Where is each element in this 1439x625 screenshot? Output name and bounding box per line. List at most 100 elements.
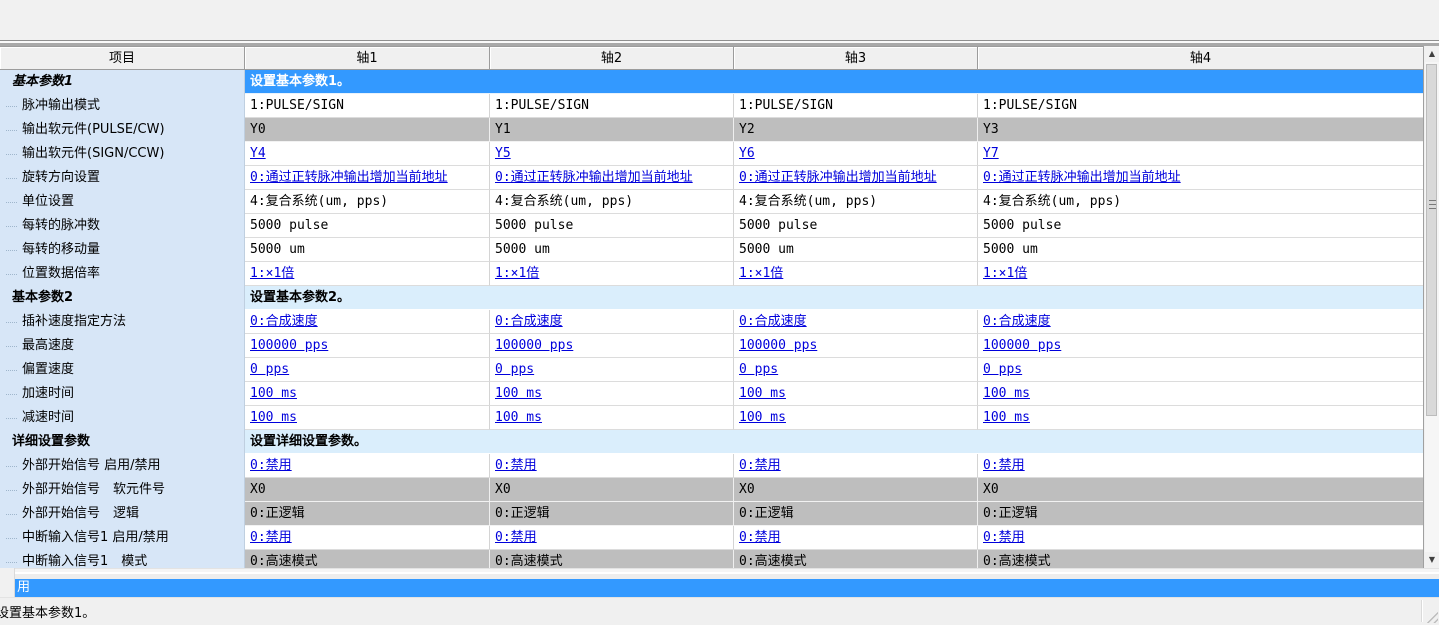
- docked-panel-titlebar[interactable]: 用: [15, 579, 1439, 597]
- value-cell-axis2[interactable]: 0:禁用: [490, 454, 734, 478]
- scroll-up-icon[interactable]: ▲: [1425, 46, 1439, 62]
- value-cell-axis1[interactable]: 0:禁用: [245, 454, 490, 478]
- value-cell-axis1: X0: [245, 478, 490, 502]
- value-cell-axis1[interactable]: 4:复合系统(um, pps): [245, 190, 490, 214]
- tree-item-label[interactable]: 输出软元件(PULSE/CW): [0, 118, 245, 142]
- value-cell-axis3[interactable]: 100000 pps: [734, 334, 978, 358]
- value-cell-axis4[interactable]: 100000 pps: [978, 334, 1424, 358]
- value-cell-axis3[interactable]: 5000 um: [734, 238, 978, 262]
- value-cell-axis1[interactable]: 5000 um: [245, 238, 490, 262]
- tree-item-label[interactable]: 外部开始信号 软元件号: [0, 478, 245, 502]
- value-cell-axis1[interactable]: 100000 pps: [245, 334, 490, 358]
- value-cell-axis1[interactable]: 5000 pulse: [245, 214, 490, 238]
- tree-item-label[interactable]: 外部开始信号 逻辑: [0, 502, 245, 526]
- value-cell-axis2[interactable]: Y5: [490, 142, 734, 166]
- value-cell-axis2[interactable]: 0:禁用: [490, 526, 734, 550]
- value-cell-axis4[interactable]: 0 pps: [978, 358, 1424, 382]
- tree-item-label[interactable]: 偏置速度: [0, 358, 245, 382]
- tree-item-label[interactable]: 输出软元件(SIGN/CCW): [0, 142, 245, 166]
- section-row-caption[interactable]: 设置基本参数1。: [245, 70, 1424, 94]
- value-cell-axis3[interactable]: 0:通过正转脉冲输出增加当前地址: [734, 166, 978, 190]
- tree-item-label[interactable]: 插补速度指定方法: [0, 310, 245, 334]
- value-cell-axis1[interactable]: Y4: [245, 142, 490, 166]
- value-cell-axis3[interactable]: Y6: [734, 142, 978, 166]
- value-cell-axis3[interactable]: 100 ms: [734, 382, 978, 406]
- tree-item-label[interactable]: 单位设置: [0, 190, 245, 214]
- value-cell-axis4[interactable]: 4:复合系统(um, pps): [978, 190, 1424, 214]
- value-cell-axis4[interactable]: 100 ms: [978, 382, 1424, 406]
- value-cell-axis1[interactable]: 0:通过正转脉冲输出增加当前地址: [245, 166, 490, 190]
- value-cell-axis4[interactable]: 5000 pulse: [978, 214, 1424, 238]
- column-header-axis1: 轴1: [245, 46, 490, 70]
- value-cell-axis2[interactable]: 0:合成速度: [490, 310, 734, 334]
- tree-item-label[interactable]: 旋转方向设置: [0, 166, 245, 190]
- tree-connector-line: [6, 226, 17, 227]
- value-cell-axis3[interactable]: 0 pps: [734, 358, 978, 382]
- value-cell-axis2[interactable]: 1:×1倍: [490, 262, 734, 286]
- value-cell-axis1[interactable]: 0:合成速度: [245, 310, 490, 334]
- resize-grip-icon[interactable]: [1426, 611, 1438, 623]
- value-cell-axis4[interactable]: 100 ms: [978, 406, 1424, 430]
- tree-item-label[interactable]: 基本参数1: [0, 70, 245, 94]
- value-cell-axis2[interactable]: 100 ms: [490, 406, 734, 430]
- value-cell-axis1[interactable]: 100 ms: [245, 382, 490, 406]
- tree-connector-line: [6, 562, 17, 563]
- tree-item-label[interactable]: 基本参数2: [0, 286, 245, 310]
- value-cell-axis1[interactable]: 1:PULSE/SIGN: [245, 94, 490, 118]
- value-cell-axis1[interactable]: 1:×1倍: [245, 262, 490, 286]
- value-cell-axis2[interactable]: 0:通过正转脉冲输出增加当前地址: [490, 166, 734, 190]
- value-cell-axis2[interactable]: 5000 um: [490, 238, 734, 262]
- tree-item-label[interactable]: 加速时间: [0, 382, 245, 406]
- tree-connector-line: [6, 130, 17, 131]
- value-cell-axis1[interactable]: 100 ms: [245, 406, 490, 430]
- scroll-down-icon[interactable]: ▼: [1425, 552, 1439, 568]
- value-cell-axis4[interactable]: 0:通过正转脉冲输出增加当前地址: [978, 166, 1424, 190]
- tree-item-label[interactable]: 中断输入信号1 启用/禁用: [0, 526, 245, 550]
- value-cell-axis2[interactable]: 0 pps: [490, 358, 734, 382]
- tree-connector-line: [6, 202, 17, 203]
- section-row-caption[interactable]: 设置基本参数2。: [245, 286, 1424, 310]
- value-cell-axis4[interactable]: Y7: [978, 142, 1424, 166]
- tree-item-label[interactable]: 最高速度: [0, 334, 245, 358]
- vertical-scrollbar[interactable]: ▲ ▼: [1425, 46, 1439, 568]
- section-row-caption[interactable]: 设置详细设置参数。: [245, 430, 1424, 454]
- value-cell-axis1[interactable]: 0:禁用: [245, 526, 490, 550]
- tree-item-label[interactable]: 减速时间: [0, 406, 245, 430]
- value-cell-axis4[interactable]: 1:PULSE/SIGN: [978, 94, 1424, 118]
- tree-item-label[interactable]: 中断输入信号1 模式: [0, 550, 245, 568]
- value-cell-axis2[interactable]: 4:复合系统(um, pps): [490, 190, 734, 214]
- value-cell-axis4[interactable]: 1:×1倍: [978, 262, 1424, 286]
- value-cell-axis3[interactable]: 4:复合系统(um, pps): [734, 190, 978, 214]
- tree-item-label[interactable]: 详细设置参数: [0, 430, 245, 454]
- value-cell-axis4: Y3: [978, 118, 1424, 142]
- value-cell-axis4: X0: [978, 478, 1424, 502]
- value-cell-axis1: 0:高速模式: [245, 550, 490, 568]
- value-cell-axis3[interactable]: 5000 pulse: [734, 214, 978, 238]
- value-cell-axis3[interactable]: 100 ms: [734, 406, 978, 430]
- value-cell-axis3[interactable]: 1:×1倍: [734, 262, 978, 286]
- value-cell-axis4[interactable]: 0:禁用: [978, 454, 1424, 478]
- scrollbar-thumb[interactable]: [1426, 64, 1437, 416]
- value-cell-axis3[interactable]: 1:PULSE/SIGN: [734, 94, 978, 118]
- tree-item-label[interactable]: 脉冲输出模式: [0, 94, 245, 118]
- tree-connector-line: [6, 154, 17, 155]
- tree-connector-line: [6, 418, 17, 419]
- value-cell-axis3[interactable]: 0:禁用: [734, 526, 978, 550]
- tree-item-label[interactable]: 外部开始信号 启用/禁用: [0, 454, 245, 478]
- value-cell-axis2[interactable]: 1:PULSE/SIGN: [490, 94, 734, 118]
- value-cell-axis4[interactable]: 0:合成速度: [978, 310, 1424, 334]
- tree-connector-line: [6, 394, 17, 395]
- value-cell-axis2[interactable]: 100 ms: [490, 382, 734, 406]
- tree-item-label[interactable]: 每转的移动量: [0, 238, 245, 262]
- value-cell-axis1[interactable]: 0 pps: [245, 358, 490, 382]
- panel-gap: [0, 568, 1439, 579]
- value-cell-axis4[interactable]: 0:禁用: [978, 526, 1424, 550]
- tree-item-label[interactable]: 位置数据倍率: [0, 262, 245, 286]
- tree-item-label[interactable]: 每转的脉冲数: [0, 214, 245, 238]
- value-cell-axis4[interactable]: 5000 um: [978, 238, 1424, 262]
- value-cell-axis2[interactable]: 100000 pps: [490, 334, 734, 358]
- value-cell-axis3[interactable]: 0:合成速度: [734, 310, 978, 334]
- value-cell-axis3[interactable]: 0:禁用: [734, 454, 978, 478]
- scrollbar-thumb-grip-icon: [1429, 200, 1436, 209]
- value-cell-axis2[interactable]: 5000 pulse: [490, 214, 734, 238]
